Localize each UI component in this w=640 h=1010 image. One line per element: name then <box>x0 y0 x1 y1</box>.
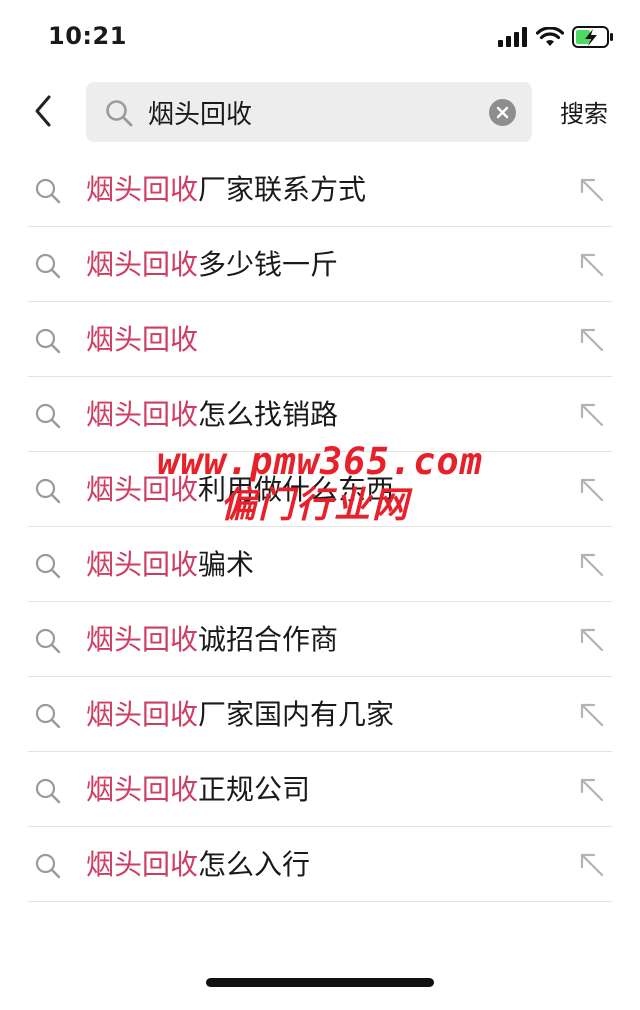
suggestion-highlight: 烟头回收 <box>86 248 199 281</box>
suggestion-text: 烟头回收多少钱一斤 <box>86 247 338 283</box>
suggestion-highlight: 烟头回收 <box>86 773 199 806</box>
search-box <box>86 82 532 142</box>
suggestion-text: 烟头回收厂家联系方式 <box>86 172 366 208</box>
suggestion-highlight: 烟头回收 <box>86 173 199 206</box>
signal-icon <box>498 27 527 47</box>
search-icon <box>35 253 61 279</box>
suggestion-text: 烟头回收正规公司 <box>86 772 310 808</box>
suggestion-rest: 正规公司 <box>198 773 311 806</box>
suggestion-rest: 多少钱一斤 <box>198 248 339 281</box>
suggestion-highlight: 烟头回收 <box>86 623 199 656</box>
chevron-left-icon <box>35 95 51 127</box>
suggestion-rest: 利用做什么东西 <box>198 473 395 506</box>
search-button[interactable]: 搜索 <box>560 94 608 129</box>
suggestion-text: 烟头回收骗术 <box>86 547 254 583</box>
suggestion-text: 烟头回收怎么找销路 <box>86 397 338 433</box>
search-bar: 搜索 <box>0 78 640 148</box>
battery-charging-icon <box>572 26 613 48</box>
suggestion-item[interactable]: 烟头回收利用做什么东西 <box>0 452 640 527</box>
search-icon <box>35 628 61 654</box>
suggestion-highlight: 烟头回收 <box>86 548 199 581</box>
arrow-up-left-icon[interactable] <box>578 776 606 804</box>
home-indicator <box>206 978 434 987</box>
suggestion-item[interactable]: 烟头回收厂家联系方式 <box>0 152 640 227</box>
search-icon <box>35 178 61 204</box>
suggestion-item[interactable]: 烟头回收正规公司 <box>0 752 640 827</box>
search-icon <box>35 853 61 879</box>
suggestion-item[interactable]: 烟头回收多少钱一斤 <box>0 227 640 302</box>
suggestion-rest: 诚招合作商 <box>198 623 339 656</box>
search-icon <box>104 98 134 128</box>
search-icon <box>35 778 61 804</box>
arrow-up-left-icon[interactable] <box>578 476 606 504</box>
suggestion-text: 烟头回收 <box>86 322 198 358</box>
search-icon <box>35 553 61 579</box>
suggestion-highlight: 烟头回收 <box>86 698 199 731</box>
clear-button[interactable] <box>489 99 516 126</box>
arrow-up-left-icon[interactable] <box>578 551 606 579</box>
arrow-up-left-icon[interactable] <box>578 176 606 204</box>
suggestion-rest: 厂家联系方式 <box>198 173 367 206</box>
search-icon <box>35 403 61 429</box>
arrow-up-left-icon[interactable] <box>578 326 606 354</box>
suggestion-item[interactable]: 烟头回收骗术 <box>0 527 640 602</box>
suggestion-item[interactable]: 烟头回收诚招合作商 <box>0 602 640 677</box>
search-icon <box>35 328 61 354</box>
suggestion-highlight: 烟头回收 <box>86 473 199 506</box>
suggestion-text: 烟头回收利用做什么东西 <box>86 472 394 508</box>
suggestion-highlight: 烟头回收 <box>86 323 199 356</box>
suggestion-text: 烟头回收怎么入行 <box>86 847 310 883</box>
arrow-up-left-icon[interactable] <box>578 626 606 654</box>
suggestion-highlight: 烟头回收 <box>86 848 199 881</box>
suggestion-text: 烟头回收厂家国内有几家 <box>86 697 394 733</box>
search-input[interactable] <box>148 82 478 142</box>
clear-icon <box>496 106 509 119</box>
arrow-up-left-icon[interactable] <box>578 401 606 429</box>
suggestion-item[interactable]: 烟头回收厂家国内有几家 <box>0 677 640 752</box>
suggestion-rest: 怎么找销路 <box>198 398 339 431</box>
suggestion-item[interactable]: 烟头回收 <box>0 302 640 377</box>
status-icons <box>498 26 614 48</box>
suggestion-rest: 怎么入行 <box>198 848 311 881</box>
suggestion-rest: 骗术 <box>198 548 255 581</box>
suggestion-item[interactable]: 烟头回收怎么找销路 <box>0 377 640 452</box>
status-time: 10:21 <box>48 22 127 50</box>
arrow-up-left-icon[interactable] <box>578 251 606 279</box>
search-icon <box>35 703 61 729</box>
status-bar: 10:21 <box>0 0 640 78</box>
suggestion-text: 烟头回收诚招合作商 <box>86 622 338 658</box>
wifi-icon <box>536 27 564 46</box>
suggestion-list: 烟头回收厂家联系方式 烟头回收多少钱一斤 烟头回收 烟头回收怎么找销路 烟头回收… <box>0 152 640 902</box>
arrow-up-left-icon[interactable] <box>578 701 606 729</box>
suggestion-item[interactable]: 烟头回收怎么入行 <box>0 827 640 902</box>
suggestion-highlight: 烟头回收 <box>86 398 199 431</box>
search-icon <box>35 478 61 504</box>
back-button[interactable] <box>26 90 60 132</box>
arrow-up-left-icon[interactable] <box>578 851 606 879</box>
suggestion-rest: 厂家国内有几家 <box>198 698 395 731</box>
